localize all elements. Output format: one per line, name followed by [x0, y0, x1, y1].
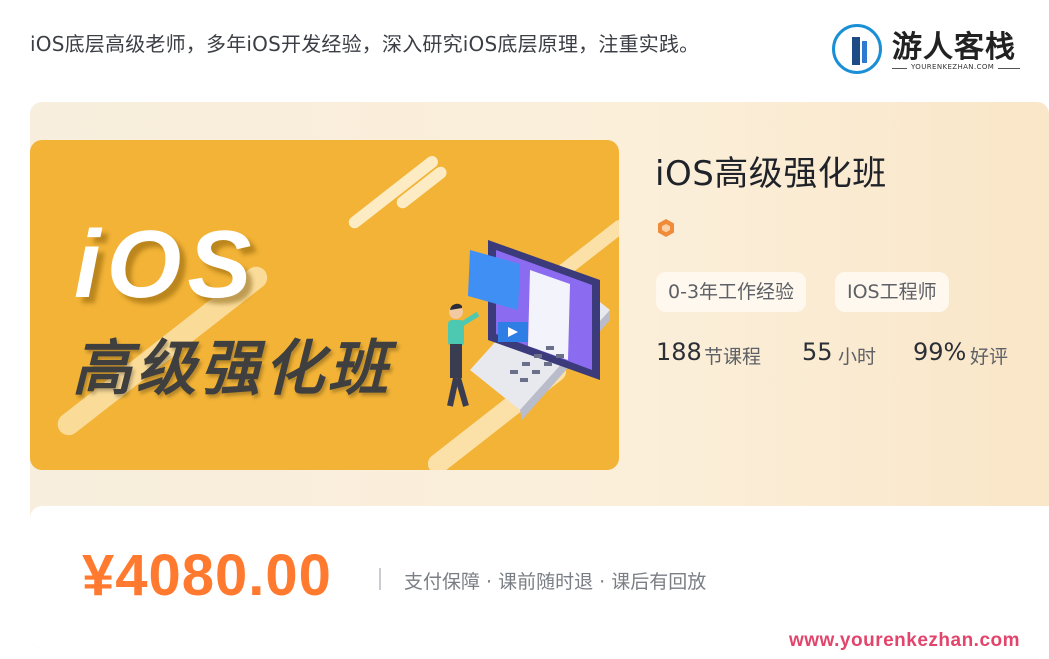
hexagon-badge-icon [658, 219, 674, 237]
course-title[interactable]: iOS高级强化班 [655, 146, 887, 195]
stat-hours-value: 55 [802, 338, 833, 366]
site-logo[interactable]: 游人客栈 YOURENKEZHAN.COM [832, 20, 1032, 78]
price-panel: ¥4080.00 支付保障 · 课前随时退 · 课后有回放 [30, 506, 1049, 648]
purchase-guarantee: 支付保障 · 课前随时退 · 课后有回放 [404, 571, 707, 593]
stat-lessons-value: 188 [656, 338, 702, 366]
cover-title-text: 高级强化班 [72, 334, 392, 404]
bookmark-logo-icon [832, 24, 882, 74]
watermark-url: www.yourenkezhan.com [789, 630, 1021, 651]
tag-role: IOS工程师 [835, 272, 949, 312]
course-card[interactable]: iOS 高级强化班 iOS高级强化班 0-3年工作经验 IOS工程师 188 节… [30, 102, 1049, 648]
tag-experience: 0-3年工作经验 [656, 272, 807, 312]
stat-rating-value: 99% [913, 338, 967, 366]
stat-hours-unit: 小时 [838, 346, 877, 368]
instructor-intro: iOS底层高级老师，多年iOS开发经验，深入研究iOS底层原理，注重实践。 [30, 32, 700, 56]
laptop-presenter-illustration [447, 240, 610, 420]
brand-url: YOURENKEZHAN.COM [907, 63, 999, 71]
brand-name: 游人客栈 [892, 30, 1016, 65]
cover-ios-text: iOS [74, 211, 258, 318]
stat-rating-unit: 好评 [970, 346, 1009, 368]
stat-lessons-unit: 节课程 [704, 346, 762, 368]
divider [379, 568, 381, 590]
course-cover-image[interactable]: iOS 高级强化班 [30, 140, 619, 470]
course-price: ¥4080.00 [82, 543, 332, 608]
